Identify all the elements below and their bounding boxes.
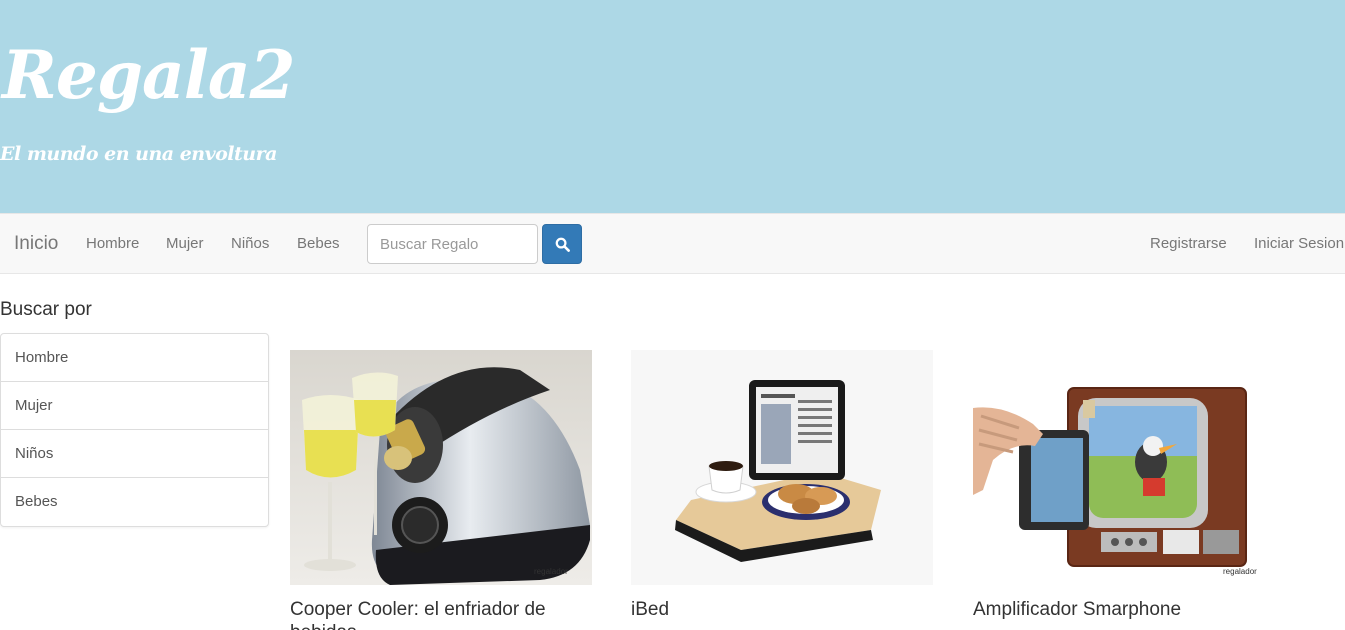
sidebar-item-ninos[interactable]: Niños: [1, 430, 268, 478]
svg-text:regalador: regalador: [1223, 567, 1257, 576]
sidebar-category-list: Hombre Mujer Niños Bebes: [0, 333, 269, 527]
nav-item-ninos[interactable]: Niños: [231, 214, 269, 273]
product-image-ibed[interactable]: [631, 350, 933, 585]
svg-text:regalador: regalador: [534, 567, 568, 576]
product-image-cooper-cooler[interactable]: regalador: [290, 350, 592, 585]
nav-item-mujer[interactable]: Mujer: [166, 214, 204, 273]
product-title[interactable]: Cooper Cooler: el enfriador de bebidas: [290, 599, 592, 630]
product-title[interactable]: iBed: [631, 599, 933, 622]
site-tagline: El mundo en una envoltura: [0, 143, 277, 165]
nav-home-link[interactable]: Inicio: [14, 214, 58, 273]
product-card: regalador Cooper Cooler: el enfriador de…: [290, 350, 592, 630]
register-link[interactable]: Registrarse: [1150, 214, 1227, 273]
product-card: regalador Amplificador Smarphone: [973, 350, 1275, 622]
sidebar-item-mujer[interactable]: Mujer: [1, 382, 268, 430]
login-link[interactable]: Iniciar Sesion: [1254, 214, 1344, 273]
product-card: iBed: [631, 350, 933, 622]
search-button[interactable]: [542, 224, 582, 264]
sidebar-item-bebes[interactable]: Bebes: [1, 478, 268, 526]
sidebar-item-hombre[interactable]: Hombre: [1, 334, 268, 382]
product-title[interactable]: Amplificador Smarphone: [973, 599, 1275, 622]
search-icon: [555, 237, 570, 252]
nav-item-hombre[interactable]: Hombre: [86, 214, 139, 273]
header-banner: Regala2 El mundo en una envoltura: [0, 0, 1345, 213]
sidebar-heading: Buscar por: [0, 299, 92, 320]
navbar: Inicio Hombre Mujer Niños Bebes Registra…: [0, 213, 1345, 274]
search-input[interactable]: [367, 224, 538, 264]
site-title[interactable]: Regala2: [2, 42, 296, 108]
nav-item-bebes[interactable]: Bebes: [297, 214, 340, 273]
product-image-amplificador[interactable]: regalador: [973, 350, 1275, 585]
